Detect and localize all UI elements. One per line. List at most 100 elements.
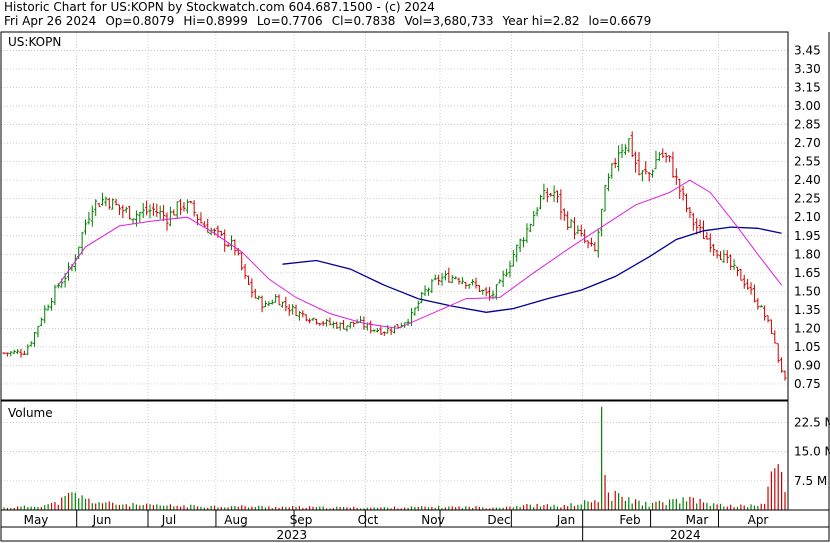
price-bar — [107, 197, 111, 210]
price-bar — [189, 201, 193, 204]
price-bar — [617, 145, 621, 172]
price-tick-label: 3.15 — [794, 81, 821, 95]
price-bar — [2, 352, 6, 355]
price-bar — [416, 300, 420, 312]
price-bar — [623, 144, 628, 155]
year-label: 2024 — [670, 528, 701, 542]
price-bar — [528, 223, 532, 233]
price-bar — [481, 289, 485, 296]
price-bar — [474, 277, 478, 289]
price-bar — [297, 311, 302, 321]
price-bar — [19, 348, 23, 358]
price-bar — [430, 279, 434, 294]
price-bar — [178, 199, 183, 216]
price-bar — [735, 266, 740, 277]
price-bar — [667, 155, 672, 163]
price-bar — [301, 310, 305, 318]
price-bar — [630, 131, 634, 158]
price-bar — [705, 231, 709, 240]
price-bar — [335, 321, 339, 329]
price-grid — [1, 32, 788, 400]
quote-open: Op=0.8079 — [105, 14, 175, 28]
price-tick-label: 1.20 — [794, 321, 821, 335]
price-bar — [691, 212, 695, 231]
month-label: Nov — [421, 513, 444, 527]
price-bar — [718, 251, 723, 261]
price-bar — [39, 317, 43, 327]
axis-labels: 3.45 3.30 3.15 3.00 2.85 2.70 2.55 2.40 2.25 2.10… — [8, 35, 830, 542]
quote-close: Cl=0.7838 — [331, 14, 396, 28]
price-bar — [525, 223, 529, 243]
quote-high: Hi=0.8999 — [183, 14, 248, 28]
month-label: Oct — [358, 513, 379, 527]
price-bar — [53, 284, 57, 305]
price-bar — [304, 314, 308, 322]
price-bar — [250, 278, 254, 298]
price-bar — [182, 202, 186, 212]
price-bar — [321, 320, 325, 327]
month-label: Jan — [556, 513, 576, 527]
price-bar — [746, 278, 750, 290]
price-bar — [287, 304, 291, 316]
price-bar — [294, 304, 298, 317]
price-bar — [392, 325, 397, 334]
price-bar — [277, 294, 281, 306]
price-bar — [172, 209, 176, 216]
price-bar — [219, 230, 223, 237]
price-bar — [199, 212, 203, 224]
price-tick-label: 2.85 — [794, 118, 821, 132]
price-bar — [318, 323, 322, 326]
price-bar — [583, 229, 587, 244]
price-bar — [674, 168, 678, 185]
price-bar — [542, 183, 546, 200]
price-bar — [270, 299, 274, 305]
price-bar — [114, 198, 118, 206]
month-label: Mar — [686, 513, 709, 527]
price-bar — [111, 198, 115, 210]
price-bar — [145, 200, 149, 216]
price-bar — [168, 206, 172, 227]
price-bar — [511, 250, 515, 267]
price-bar — [586, 240, 590, 249]
price-bar — [681, 186, 685, 201]
price-bar — [752, 284, 757, 303]
price-bar — [12, 349, 16, 355]
price-bar — [413, 307, 417, 316]
moving-average-long — [282, 226, 782, 313]
price-bar — [732, 259, 736, 271]
price-bar — [521, 237, 526, 248]
month-label: Apr — [748, 513, 769, 527]
price-bar — [593, 241, 597, 252]
price-bar — [375, 328, 380, 333]
price-bar — [440, 273, 444, 286]
price-bar — [766, 315, 770, 323]
price-bar — [729, 254, 733, 270]
price-bar — [324, 318, 329, 327]
price-bar — [243, 264, 247, 279]
price-bar — [725, 250, 729, 264]
price-bar — [386, 324, 390, 334]
price-bar — [314, 318, 318, 325]
price-bar — [562, 208, 566, 221]
price-bar — [620, 144, 624, 159]
price-tick-label: 1.35 — [794, 303, 821, 317]
price-tick-label: 3.30 — [794, 62, 821, 76]
price-tick-label: 2.10 — [794, 210, 821, 224]
price-bar — [165, 212, 169, 231]
price-bar — [776, 343, 780, 363]
price-bar — [471, 279, 475, 286]
price-bar — [576, 225, 580, 234]
price-bar — [722, 249, 726, 264]
price-bar — [348, 321, 352, 329]
price-bar — [538, 194, 543, 210]
price-bar — [267, 301, 271, 307]
quote-volume: Vol=3,680,733 — [404, 14, 494, 28]
year-label: 2023 — [277, 528, 308, 542]
price-bar — [229, 235, 234, 251]
price-bar — [742, 274, 746, 289]
price-bar — [640, 170, 644, 182]
price-bar — [100, 192, 105, 206]
price-tick-label: 1.65 — [794, 266, 821, 280]
price-bar — [345, 325, 349, 332]
volume-panel-border — [0, 400, 789, 511]
